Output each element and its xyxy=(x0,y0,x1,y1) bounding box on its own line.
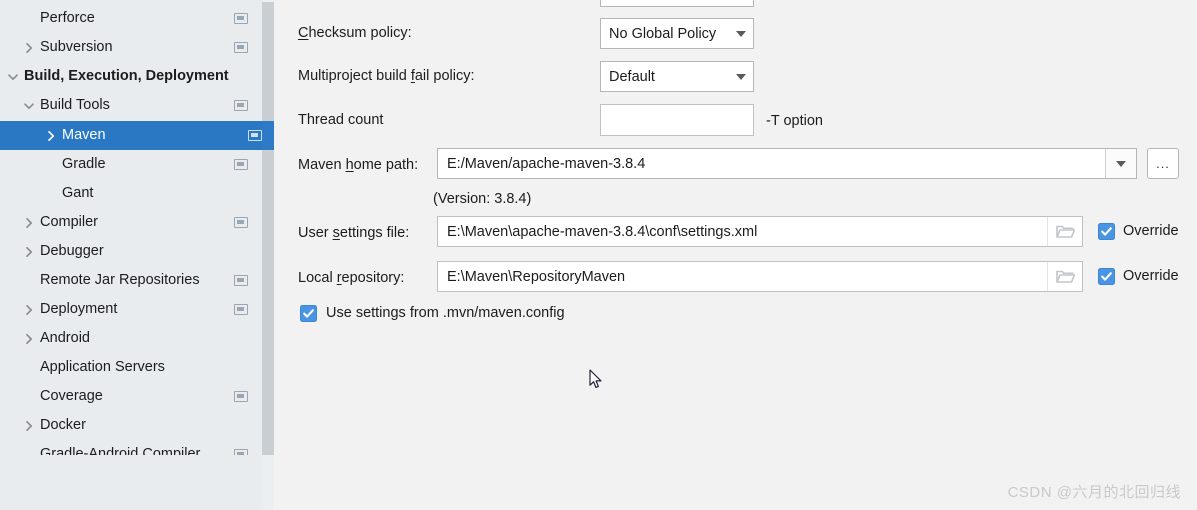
sidebar-item-label: Deployment xyxy=(40,301,118,317)
user-settings-label-post: ettings file: xyxy=(339,225,410,241)
sidebar-item-maven[interactable]: Maven xyxy=(0,121,262,150)
maven-home-label-post: ome path: xyxy=(353,157,419,173)
multiproject-fail-policy-value: Default xyxy=(609,68,655,85)
chevron-down-icon[interactable] xyxy=(6,70,20,84)
project-scope-icon xyxy=(248,130,262,141)
local-repo-label-pre: Local xyxy=(298,270,337,286)
chevron-right-icon[interactable] xyxy=(22,419,36,433)
sidebar-item-remote-jar-repositories[interactable]: Remote Jar Repositories xyxy=(0,266,262,295)
sidebar-item-label: Build Tools xyxy=(40,97,110,113)
sidebar-item-label: Maven xyxy=(62,127,106,143)
maven-home-path-combo[interactable]: E:/Maven/apache-maven-3.8.4 xyxy=(437,148,1137,179)
chevron-down-icon[interactable] xyxy=(1105,149,1136,178)
user-settings-override-label: Override xyxy=(1123,223,1179,239)
sidebar-item-label: Remote Jar Repositories xyxy=(40,272,200,288)
chevron-right-icon[interactable] xyxy=(22,245,36,259)
project-scope-icon xyxy=(234,13,248,24)
folder-icon[interactable] xyxy=(1047,217,1082,246)
sidebar-item-label: Gant xyxy=(62,185,94,201)
settings-tree-sidebar[interactable]: Perforce Subversion Build, Execution, Depl… xyxy=(0,0,262,510)
checksum-policy-select[interactable]: No Global Policy xyxy=(600,18,754,49)
sidebar-item-label: Perforce xyxy=(40,10,95,26)
sidebar-item-debugger[interactable]: Debugger xyxy=(0,237,262,266)
partial-combo-above[interactable] xyxy=(600,0,754,7)
chevron-right-icon[interactable] xyxy=(22,303,36,317)
use-maven-config-label: Use settings from .mvn/maven.config xyxy=(326,305,565,321)
user-settings-override-checkbox[interactable] xyxy=(1098,223,1115,240)
local-repository-override-label: Override xyxy=(1123,268,1179,284)
checksum-policy-value: No Global Policy xyxy=(609,25,717,42)
user-settings-file-input[interactable]: E:\Maven\apache-maven-3.8.4\conf\setting… xyxy=(437,216,1083,247)
project-scope-icon xyxy=(234,304,248,315)
maven-home-label-mnemonic: h xyxy=(345,157,354,173)
user-settings-file-value: E:\Maven\apache-maven-3.8.4\conf\setting… xyxy=(447,223,758,240)
project-scope-icon xyxy=(234,100,248,111)
local-repository-value: E:\Maven\RepositoryMaven xyxy=(447,268,626,285)
checksum-policy-mnemonic: C xyxy=(298,25,309,41)
sidebar-bottom-filler xyxy=(0,455,262,510)
chevron-down-icon xyxy=(729,62,753,91)
sidebar-item-build-tools[interactable]: Build Tools xyxy=(0,91,262,120)
thread-count-input[interactable] xyxy=(600,104,754,136)
sidebar-item-label: Build, Execution, Deployment xyxy=(24,68,229,84)
user-settings-file-label: User settings file: xyxy=(298,224,409,242)
local-repo-label-post: epository: xyxy=(341,270,405,286)
sidebar-item-build-execution-deployment[interactable]: Build, Execution, Deployment xyxy=(0,62,262,91)
maven-home-browse-button[interactable]: ... xyxy=(1147,148,1179,179)
csdn-watermark: CSDN @六月的北回归线 xyxy=(1007,484,1181,501)
maven-home-path-value: E:/Maven/apache-maven-3.8.4 xyxy=(447,155,646,172)
chevron-down-icon xyxy=(729,19,753,48)
maven-settings-panel: Checksum policy: No Global Policy Multip… xyxy=(276,0,1197,510)
chevron-right-icon[interactable] xyxy=(22,216,36,230)
maven-version-text: (Version: 3.8.4) xyxy=(433,191,532,207)
use-maven-config-checkbox[interactable] xyxy=(300,305,317,322)
local-repository-label: Local repository: xyxy=(298,269,404,287)
sidebar-item-label: Compiler xyxy=(40,214,99,230)
sidebar-item-label: Subversion xyxy=(40,39,113,55)
sidebar-item-android[interactable]: Android xyxy=(0,324,262,353)
sidebar-scrollbar-thumb[interactable] xyxy=(262,2,274,455)
sidebar-item-label: Gradle xyxy=(62,156,106,172)
sidebar-item-gant[interactable]: Gant xyxy=(0,179,262,208)
sidebar-item-label: Debugger xyxy=(40,243,104,259)
sidebar-item-label: Docker xyxy=(40,417,86,433)
folder-icon[interactable] xyxy=(1047,262,1082,291)
project-scope-icon xyxy=(234,391,248,402)
maven-home-label-pre: Maven xyxy=(298,157,346,173)
sidebar-item-gradle[interactable]: Gradle xyxy=(0,150,262,179)
thread-count-label: Thread count xyxy=(298,112,384,128)
user-settings-label-pre: User xyxy=(298,225,333,241)
checksum-policy-label: Checksum policy: xyxy=(298,24,412,42)
user-settings-label-mnemonic: s xyxy=(332,225,340,241)
multiproject-label-pre: Multiproject build xyxy=(298,68,411,84)
sidebar-item-docker[interactable]: Docker xyxy=(0,411,262,440)
project-scope-icon xyxy=(234,159,248,170)
chevron-down-icon xyxy=(729,0,753,6)
maven-home-path-label: Maven home path: xyxy=(298,156,418,174)
chevron-right-icon[interactable] xyxy=(44,129,58,143)
project-scope-icon xyxy=(234,275,248,286)
chevron-down-icon[interactable] xyxy=(22,99,36,113)
sidebar-item-application-servers[interactable]: Application Servers xyxy=(0,353,262,382)
mouse-cursor xyxy=(589,369,603,390)
sidebar-item-coverage[interactable]: Coverage xyxy=(0,382,262,411)
multiproject-fail-policy-label: Multiproject build fail policy: xyxy=(298,67,475,85)
sidebar-item-label: Application Servers xyxy=(40,359,165,375)
multiproject-label-post: ail policy: xyxy=(414,68,475,84)
sidebar-item-deployment[interactable]: Deployment xyxy=(0,295,262,324)
sidebar-item-label: Coverage xyxy=(40,388,103,404)
local-repository-override-checkbox[interactable] xyxy=(1098,268,1115,285)
sidebar-item-subversion[interactable]: Subversion xyxy=(0,33,262,62)
sidebar-item-perforce[interactable]: Perforce xyxy=(0,4,262,33)
thread-count-hint: -T option xyxy=(766,113,823,129)
project-scope-icon xyxy=(234,42,248,53)
chevron-right-icon[interactable] xyxy=(22,332,36,346)
local-repository-input[interactable]: E:\Maven\RepositoryMaven xyxy=(437,261,1083,292)
sidebar-item-label: Android xyxy=(40,330,90,346)
project-scope-icon xyxy=(234,217,248,228)
sidebar-item-compiler[interactable]: Compiler xyxy=(0,208,262,237)
checksum-policy-label-rest: hecksum policy: xyxy=(308,25,412,41)
chevron-right-icon[interactable] xyxy=(22,41,36,55)
multiproject-fail-policy-select[interactable]: Default xyxy=(600,61,754,92)
